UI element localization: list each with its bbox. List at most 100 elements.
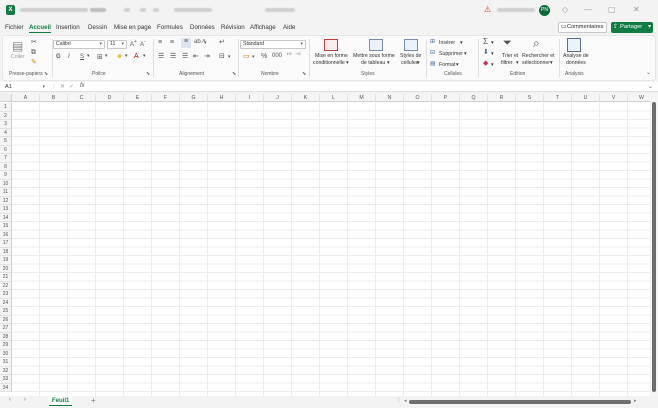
clipboard-launcher-icon[interactable]: ⬊ [44, 71, 48, 77]
add-sheet-icon[interactable]: + [91, 396, 96, 405]
vertical-scroll-thumb[interactable] [652, 102, 656, 392]
alignment-launcher-icon[interactable]: ⬊ [232, 71, 236, 77]
autosum-icon[interactable]: Σ [483, 38, 488, 46]
tab-fichier[interactable]: Fichier [5, 24, 24, 31]
align-top-icon[interactable]: ≡ [158, 39, 162, 46]
row-header[interactable]: 14 [0, 213, 12, 222]
row-header[interactable]: 5 [0, 137, 12, 146]
prev-sheet-icon[interactable]: ‹ [9, 397, 11, 403]
scroll-right-icon[interactable]: ▸ [634, 398, 637, 404]
align-left-icon[interactable]: ☰ [158, 53, 164, 60]
expand-formula-icon[interactable]: ⌄ [648, 83, 653, 90]
save-icon[interactable] [124, 8, 130, 12]
chevron-down-icon[interactable]: ▾ [516, 60, 519, 66]
number-launcher-icon[interactable]: ⬊ [302, 71, 306, 77]
horizontal-scroll-thumb[interactable] [409, 400, 631, 404]
undo-icon[interactable] [140, 8, 146, 12]
column-header[interactable]: K [292, 94, 320, 102]
format-cells-icon[interactable]: ▤ [430, 61, 436, 67]
autosave-toggle[interactable] [90, 8, 106, 12]
conditional-formatting-label-2[interactable]: conditionnelle [313, 60, 345, 66]
tab-accueil[interactable]: Accueil [29, 24, 52, 33]
format-as-table-icon[interactable] [369, 39, 383, 51]
chevron-down-icon[interactable]: ▾ [491, 40, 494, 46]
row-header[interactable]: 33 [0, 375, 12, 384]
wrap-text-icon[interactable]: ↵ [219, 39, 225, 46]
row-header[interactable]: 4 [0, 128, 12, 137]
accounting-format-icon[interactable]: ▭ [243, 53, 250, 60]
tab-aide[interactable]: Aide [283, 24, 295, 31]
chevron-down-icon[interactable]: ▾ [456, 62, 459, 68]
row-header[interactable]: 8 [0, 162, 12, 171]
row-header[interactable]: 20 [0, 264, 12, 273]
warning-icon[interactable]: ⚠ [484, 5, 491, 14]
close-icon[interactable]: ✕ [633, 5, 640, 14]
insert-cells-label[interactable]: Insérer [439, 40, 455, 46]
column-header[interactable]: G [180, 94, 208, 102]
next-sheet-icon[interactable]: › [24, 397, 26, 403]
row-header[interactable]: 26 [0, 315, 12, 324]
column-header[interactable]: M [348, 94, 376, 102]
row-header[interactable]: 12 [0, 196, 12, 205]
tab-affichage[interactable]: Affichage [250, 24, 276, 31]
row-header[interactable]: 31 [0, 358, 12, 367]
column-header[interactable]: F [152, 94, 180, 102]
column-header[interactable]: V [600, 94, 628, 102]
chevron-down-icon[interactable]: ▾ [491, 62, 494, 68]
font-color-icon[interactable]: A [134, 53, 139, 60]
redo-icon[interactable] [153, 8, 159, 12]
tab-mise-en-page[interactable]: Mise en page [114, 24, 151, 31]
minimize-icon[interactable]: — [584, 5, 592, 14]
row-header[interactable]: 18 [0, 247, 12, 256]
row-header[interactable]: 25 [0, 307, 12, 316]
column-header[interactable]: J [264, 94, 292, 102]
chevron-down-icon[interactable]: ▾ [252, 55, 255, 60]
column-header[interactable]: R [488, 94, 516, 102]
column-header[interactable]: A [12, 94, 40, 102]
align-middle-icon[interactable]: ≡ [170, 39, 174, 46]
chevron-down-icon[interactable]: ▾ [460, 40, 463, 46]
decrease-font-icon[interactable]: A- [140, 40, 146, 49]
delete-cells-label[interactable]: Supprimer [439, 51, 463, 57]
row-header[interactable]: 17 [0, 239, 12, 248]
diamond-icon[interactable]: ◇ [562, 5, 568, 14]
ribbon-collapse-icon[interactable]: ⌄ [646, 69, 651, 76]
number-format-select[interactable]: Standard ▾ [240, 40, 306, 49]
tab-donnees[interactable]: Données [190, 24, 215, 31]
row-header[interactable]: 7 [0, 154, 12, 163]
chevron-down-icon[interactable]: ▾ [143, 54, 146, 59]
cell-styles-icon[interactable] [404, 39, 418, 51]
avatar[interactable]: PN [539, 5, 550, 16]
column-header[interactable]: H [208, 94, 236, 102]
chevron-down-icon[interactable]: ▾ [204, 41, 207, 46]
sheet-bar-splitter-icon[interactable]: ⋮ [396, 397, 402, 404]
tab-revision[interactable]: Révision [221, 24, 245, 31]
fill-color-icon[interactable]: ◈ [117, 53, 122, 60]
row-header[interactable]: 27 [0, 324, 12, 333]
row-header[interactable]: 22 [0, 281, 12, 290]
thousands-separator-icon[interactable]: 000 [272, 53, 282, 59]
increase-font-icon[interactable]: A+ [130, 40, 137, 49]
chevron-down-icon[interactable]: ▾ [417, 60, 420, 66]
sort-filter-icon[interactable]: ⏷ [503, 38, 512, 49]
percent-icon[interactable]: % [261, 53, 267, 60]
confirm-icon[interactable]: ✓ [69, 83, 74, 90]
row-header[interactable]: 15 [0, 222, 12, 231]
bold-icon[interactable]: G [56, 54, 61, 60]
formula-input[interactable] [90, 83, 650, 91]
column-header[interactable]: O [404, 94, 432, 102]
column-header[interactable]: B [40, 94, 68, 102]
column-header[interactable]: D [96, 94, 124, 102]
format-cells-label[interactable]: Format [439, 62, 455, 68]
cancel-icon[interactable]: ✕ [60, 83, 65, 90]
find-select-label-2[interactable]: sélectionner [522, 60, 550, 66]
row-header[interactable]: 11 [0, 188, 12, 197]
row-header[interactable]: 28 [0, 332, 12, 341]
worksheet-grid[interactable]: A B C D E F G H I J K L M N O P Q R S T U V W 1 2 3 4 5 6 7 8 9 10 11 12 13… [0, 94, 650, 396]
sort-filter-label-1[interactable]: Trier et [502, 53, 518, 59]
row-header[interactable]: 10 [0, 179, 12, 188]
comments-button[interactable]: ▭ Commentaires [558, 22, 607, 33]
row-header[interactable]: 2 [0, 111, 12, 120]
borders-icon[interactable]: ⊞ [97, 54, 103, 61]
row-header[interactable]: 16 [0, 230, 12, 239]
